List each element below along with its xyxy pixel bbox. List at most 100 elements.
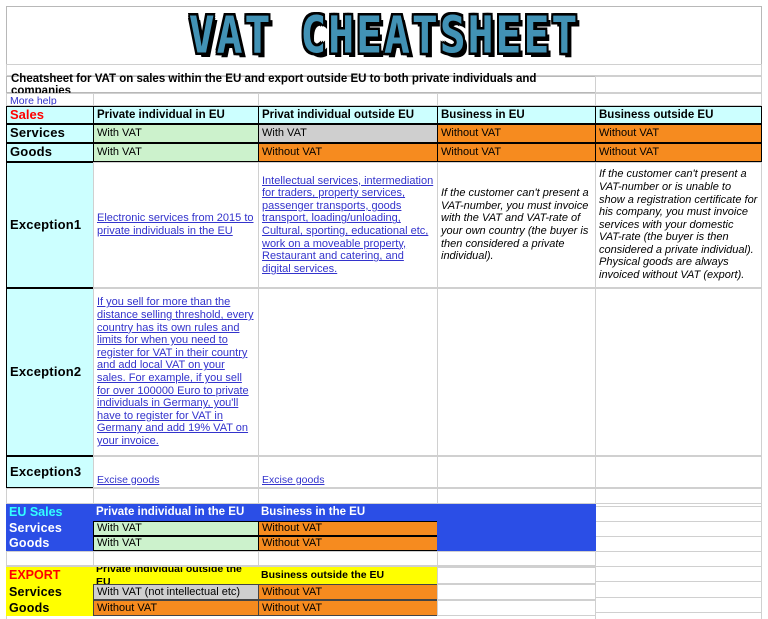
eu-sales-cell-goods-private-text: With VAT	[97, 537, 142, 550]
eu-sales-corner-label: EU Sales	[9, 505, 63, 520]
eu-sales-row-label-goods: Goods	[6, 536, 94, 551]
sales-cell-services-business-eu-text: Without VAT	[441, 127, 502, 140]
exception1-col2-cell[interactable]: Intellectual services, intermediation fo…	[258, 162, 438, 288]
sales-row-label-exception3: Exception3	[6, 456, 94, 488]
exception1-col2-link[interactable]: Intellectual services, intermediation fo…	[262, 175, 434, 276]
eu-sales-row-label-goods-text: Goods	[9, 536, 50, 551]
sales-cell-services-business-eu: Without VAT	[437, 124, 596, 143]
exception1-col3-cell: If the customer can't present a VAT-numb…	[437, 162, 596, 288]
export-row-services-filler	[437, 584, 596, 600]
eu-sales-cell-services-business: Without VAT	[258, 521, 438, 536]
sales-corner-label: Sales	[10, 106, 44, 122]
sales-cell-services-private-outside-eu-text: With VAT	[262, 127, 307, 140]
empty-cell	[93, 551, 259, 566]
sales-cell-goods-private-outside-eu: Without VAT	[258, 143, 438, 162]
export-cell-services-private-text: With VAT (not intellectual etc)	[97, 585, 241, 598]
exception3-col1-link[interactable]: Excise goods	[97, 474, 159, 487]
sales-row-label-goods-text: Goods	[10, 144, 53, 160]
sales-cell-goods-private-outside-eu-text: Without VAT	[262, 146, 323, 159]
sales-row-label-exception1-text: Exception1	[10, 216, 82, 232]
sales-header-col4-label: Business outside EU	[599, 108, 714, 121]
export-row-label-services-text: Services	[9, 584, 63, 599]
sales-cell-services-private-eu-text: With VAT	[97, 127, 142, 140]
more-help-cell[interactable]: More help	[6, 93, 94, 106]
eu-sales-cell-goods-private: With VAT	[93, 536, 259, 551]
empty-cell	[6, 488, 94, 504]
exception2-col3-cell	[437, 288, 596, 456]
empty-cell	[93, 93, 259, 106]
empty-cell	[595, 488, 762, 504]
exception3-col3-cell	[437, 456, 596, 488]
sales-header-col3: Business in EU	[437, 106, 596, 124]
exception1-col4-text: If the customer can't present a VAT-numb…	[599, 168, 758, 282]
sales-row-label-exception2: Exception2	[6, 288, 94, 456]
sales-header-col3-label: Business in EU	[441, 108, 525, 121]
exception3-col1-cell[interactable]: Excise goods	[93, 456, 259, 488]
sales-cell-goods-private-eu: With VAT	[93, 143, 259, 162]
exception3-col2-cell[interactable]: Excise goods	[258, 456, 438, 488]
gridline	[595, 612, 762, 613]
gridline	[595, 506, 762, 507]
sales-row-label-exception1: Exception1	[6, 162, 94, 288]
exception2-col1-cell[interactable]: If you sell for more than the distance s…	[93, 288, 259, 456]
sales-cell-services-private-eu: With VAT	[93, 124, 259, 143]
exception2-col4-cell	[595, 288, 762, 456]
eu-sales-cell-goods-business-text: Without VAT	[262, 537, 323, 550]
eu-sales-header-filler	[437, 504, 596, 521]
export-row-label-services: Services	[6, 584, 94, 600]
export-cell-goods-business-text: Without VAT	[262, 601, 323, 614]
eu-sales-row-label-services-text: Services	[9, 521, 63, 536]
sales-cell-goods-business-eu-text: Without VAT	[441, 146, 502, 159]
export-header-col2-label: Business outside the EU	[261, 569, 385, 582]
gridline	[595, 581, 762, 582]
sales-cell-goods-business-eu: Without VAT	[437, 143, 596, 162]
sales-row-label-services: Services	[6, 124, 94, 143]
eu-sales-cell-goods-business: Without VAT	[258, 536, 438, 551]
gridline	[595, 551, 762, 552]
gridline	[595, 521, 762, 522]
eu-sales-cell-services-private: With VAT	[93, 521, 259, 536]
exception3-col2-link[interactable]: Excise goods	[262, 474, 324, 487]
exception1-col4-cell: If the customer can't present a VAT-numb…	[595, 162, 762, 288]
empty-cell	[437, 488, 596, 504]
exception2-col1-link[interactable]: If you sell for more than the distance s…	[97, 296, 255, 447]
sales-cell-services-business-outside-eu-text: Without VAT	[599, 127, 660, 140]
sales-row-label-goods: Goods	[6, 143, 94, 162]
export-cell-goods-private: Without VAT	[93, 600, 259, 616]
sales-cell-goods-private-eu-text: With VAT	[97, 146, 142, 159]
eu-sales-header-col1: Private individual in the EU	[93, 504, 259, 521]
sales-cell-goods-business-outside-eu-text: Without VAT	[599, 146, 660, 159]
empty-cell	[6, 551, 94, 566]
export-cell-goods-private-text: Without VAT	[97, 601, 158, 614]
eu-sales-header-col2-label: Business in the EU	[261, 506, 366, 519]
title-banner: VAT CHEATSHEET	[6, 6, 762, 66]
export-cell-services-business-text: Without VAT	[262, 585, 323, 598]
exception1-col1-cell[interactable]: Electronic services from 2015 to private…	[93, 162, 259, 288]
eu-sales-cell-services-business-text: Without VAT	[262, 522, 323, 535]
exception2-col2-cell	[258, 288, 438, 456]
sales-header-col2-label: Privat individual outside EU	[262, 108, 415, 121]
sales-cell-services-business-outside-eu: Without VAT	[595, 124, 762, 143]
empty-cell	[258, 488, 438, 504]
export-header-col1: Private individual outside the EU	[93, 567, 259, 584]
sales-header-col1-label: Private individual in EU	[97, 108, 225, 121]
exception3-col4-cell	[595, 456, 762, 488]
sales-corner-label-cell: Sales	[6, 106, 94, 124]
exception1-col1-link[interactable]: Electronic services from 2015 to private…	[97, 212, 255, 237]
sales-cell-goods-business-outside-eu: Without VAT	[595, 143, 762, 162]
eu-sales-row-goods-filler	[437, 536, 596, 551]
gridline	[595, 536, 762, 537]
export-cell-goods-business: Without VAT	[258, 600, 438, 616]
eu-sales-corner-label-cell: EU Sales	[6, 504, 94, 521]
export-row-goods-filler	[437, 600, 596, 616]
more-help-link[interactable]: More help	[10, 95, 57, 105]
export-row-label-goods-text: Goods	[9, 600, 50, 615]
page-title: VAT CHEATSHEET	[188, 6, 580, 66]
subtitle-right-empty-cell	[595, 76, 762, 93]
gridline	[595, 597, 762, 598]
empty-cell	[258, 551, 438, 566]
empty-cell	[437, 551, 596, 566]
subtitle-cell: Cheatsheet for VAT on sales within the E…	[6, 73, 596, 97]
export-corner-label: EXPORT	[9, 568, 61, 583]
export-header-col2: Business outside the EU	[258, 567, 438, 584]
